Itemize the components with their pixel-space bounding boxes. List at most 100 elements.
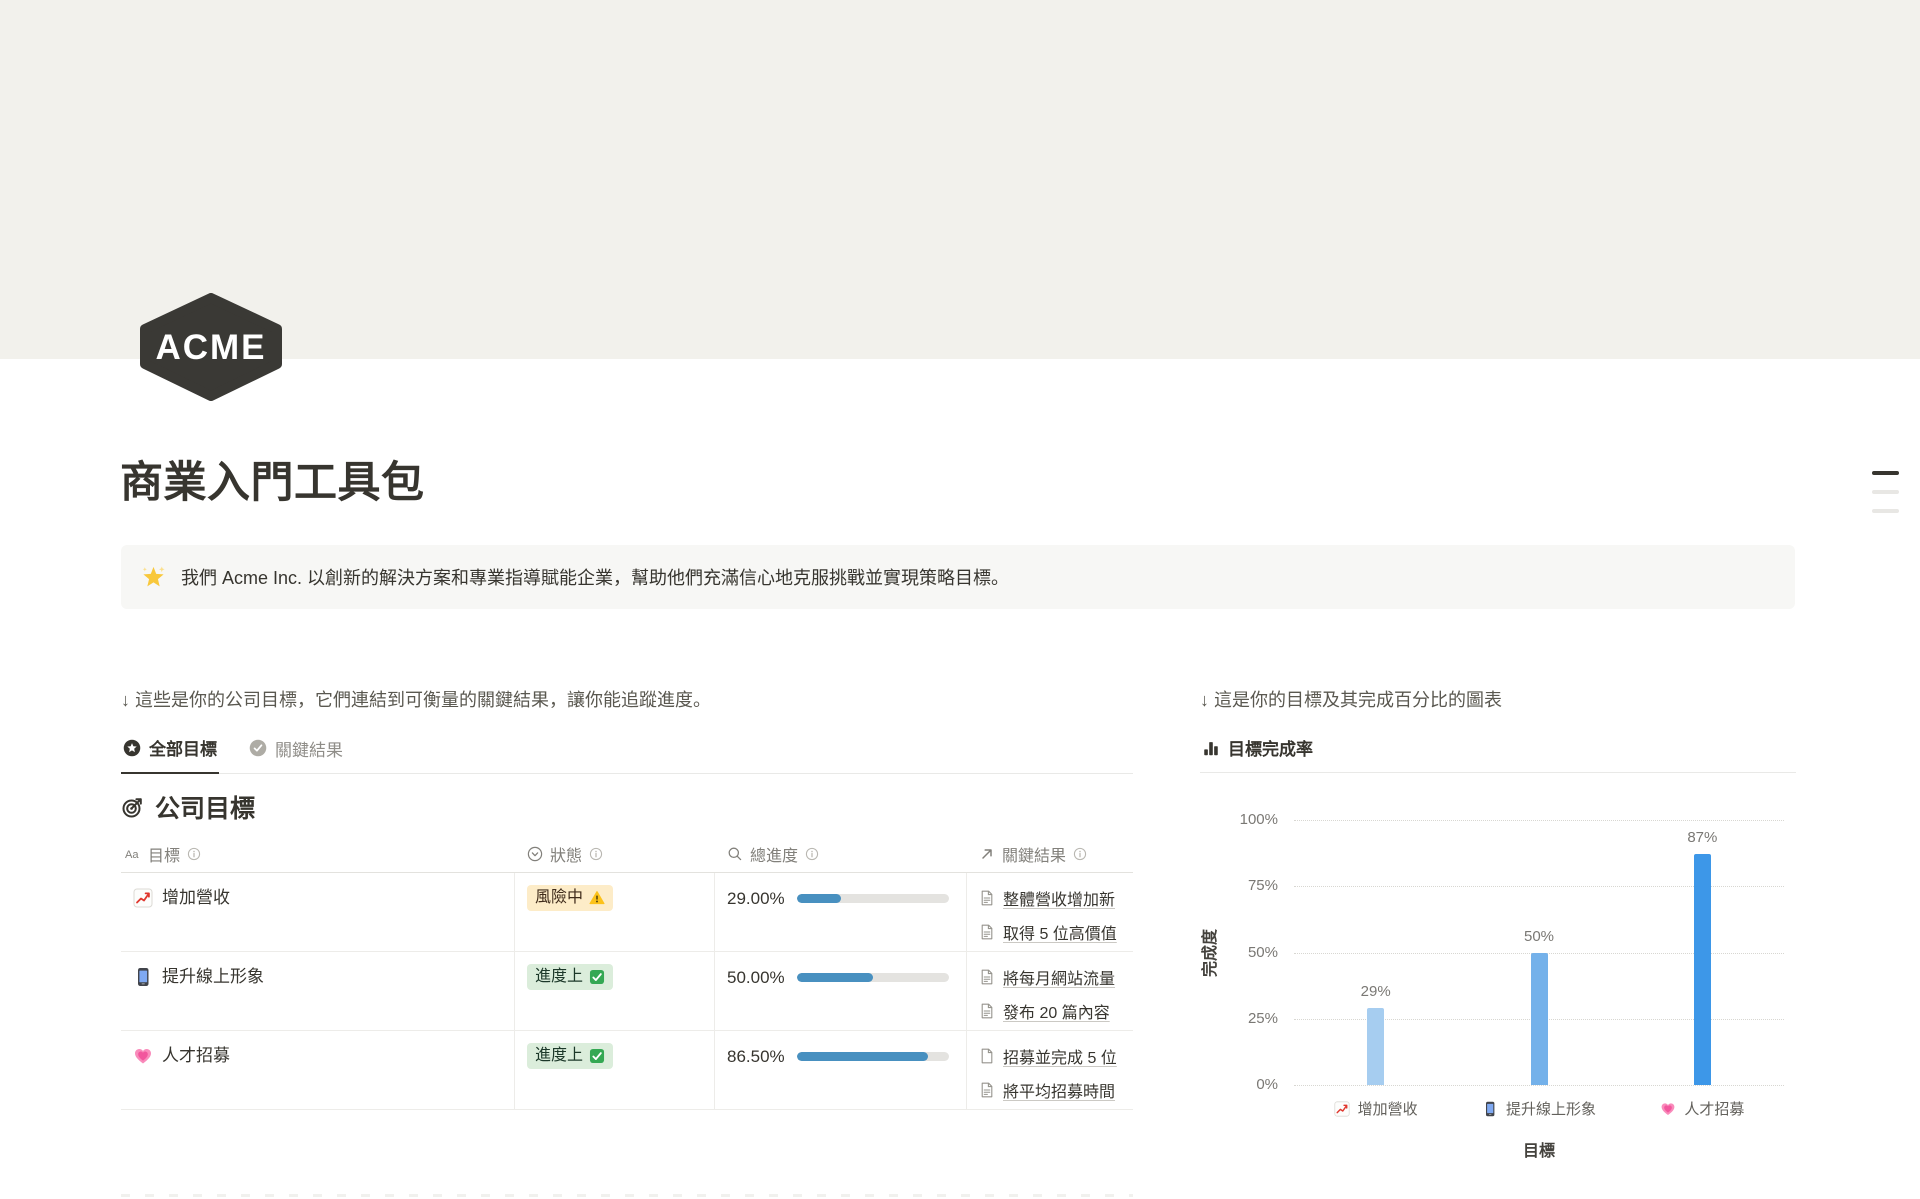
svg-text:Aa: Aa bbox=[125, 849, 139, 861]
status-badge: 進度上 bbox=[527, 964, 613, 990]
glowing-star-icon bbox=[140, 564, 167, 591]
y-tick-label: 25% bbox=[1208, 1009, 1278, 1029]
progress-bar-fill bbox=[797, 973, 873, 982]
section-title: 公司目標 bbox=[155, 789, 255, 825]
chart-intro: ↓ 這是你的目標及其完成百分比的圖表 bbox=[1200, 688, 1796, 712]
mobile-phone-icon bbox=[1482, 1101, 1498, 1117]
column-label: 關鍵結果 bbox=[1002, 842, 1066, 866]
key-result-link[interactable]: 將每月網站流量 bbox=[1003, 965, 1115, 989]
status-cell[interactable]: 進度上 bbox=[515, 952, 715, 1030]
key-results-cell: 將每月網站流量發布 20 篇內容 bbox=[967, 952, 1133, 1030]
key-result-item: 招募並完成 5 位 bbox=[979, 1039, 1125, 1073]
goal-name[interactable]: 增加營收 bbox=[162, 885, 230, 911]
info-icon[interactable] bbox=[805, 847, 819, 861]
gridline bbox=[1294, 820, 1784, 821]
page-icon bbox=[979, 890, 995, 906]
progress-bar bbox=[797, 973, 949, 982]
relation-column-icon bbox=[979, 846, 995, 862]
status-cell[interactable]: 進度上 bbox=[515, 1031, 715, 1109]
chart-header-bar: 目標完成率 bbox=[1200, 726, 1796, 773]
gridline bbox=[1294, 1085, 1784, 1086]
cutoff-content-sliver bbox=[121, 1194, 1133, 1197]
star-circle-icon bbox=[123, 739, 141, 757]
tab-label: 關鍵結果 bbox=[275, 736, 343, 761]
table-row: 提升線上形象進度上50.00%將每月網站流量發布 20 篇內容 bbox=[121, 952, 1133, 1031]
toc-indicator[interactable] bbox=[1872, 471, 1899, 513]
progress-value: 86.50% bbox=[727, 1048, 785, 1065]
key-results-cell: 整體營收增加新取得 5 位高價值 bbox=[967, 873, 1133, 951]
column-header-key-results[interactable]: 關鍵結果 bbox=[967, 842, 1133, 866]
warning-icon bbox=[589, 890, 605, 906]
x-axis-title: 目標 bbox=[1523, 1137, 1555, 1161]
chart-column: ↓ 這是你的目標及其完成百分比的圖表 目標完成率 bbox=[1200, 688, 1796, 773]
tab-all-goals[interactable]: 全部目標 bbox=[121, 726, 219, 774]
key-result-item: 將平均招募時間 bbox=[979, 1073, 1125, 1107]
page-icon bbox=[979, 969, 995, 985]
info-icon[interactable] bbox=[187, 847, 201, 861]
column-label: 總進度 bbox=[750, 842, 798, 866]
check-icon bbox=[589, 969, 605, 985]
bar-value-label: 29% bbox=[1361, 982, 1391, 1002]
progress-bar bbox=[797, 1052, 949, 1061]
key-result-item: 將每月網站流量 bbox=[979, 960, 1125, 994]
column-label: 目標 bbox=[148, 842, 180, 866]
chart-title: 目標完成率 bbox=[1228, 735, 1313, 760]
table-row: 人才招募 進度上 86.50% 招募並完成 5 位將平均招募時間 bbox=[121, 1031, 1133, 1110]
bar-value-label: 87% bbox=[1687, 828, 1717, 848]
growing-heart-icon bbox=[1660, 1101, 1676, 1117]
info-icon[interactable] bbox=[1073, 847, 1087, 861]
x-category-label: 提升線上形象 bbox=[1482, 1098, 1596, 1119]
goal-cell[interactable]: 增加營收 bbox=[121, 873, 515, 951]
key-result-link[interactable]: 發布 20 篇內容 bbox=[1003, 999, 1110, 1023]
bar-value-label: 50% bbox=[1524, 927, 1554, 947]
bar bbox=[1367, 1008, 1384, 1085]
bar-chart-icon bbox=[1202, 739, 1220, 757]
goals-column: ↓ 這些是你的公司目標，它們連結到可衡量的關鍵結果，讓你能追蹤進度。 全部目標 … bbox=[121, 688, 1133, 1110]
tab-key-results[interactable]: 關鍵結果 bbox=[247, 726, 345, 773]
progress-bar-fill bbox=[797, 894, 841, 903]
column-header-progress[interactable]: 總進度 bbox=[715, 842, 967, 866]
bar bbox=[1531, 953, 1548, 1086]
callout: 我們 Acme Inc. 以創新的解決方案和專業指導賦能企業，幫助他們充滿信心地… bbox=[121, 545, 1795, 609]
page-icon bbox=[979, 924, 995, 940]
acme-logo: ACME bbox=[138, 293, 284, 401]
info-icon[interactable] bbox=[589, 847, 603, 861]
status-label: 進度上 bbox=[535, 966, 583, 988]
mobile-phone-icon bbox=[133, 967, 153, 987]
toc-line bbox=[1872, 471, 1899, 475]
acme-hexagon-icon: ACME bbox=[138, 293, 284, 401]
status-label: 進度上 bbox=[535, 1045, 583, 1067]
x-category-label: 人才招募 bbox=[1660, 1098, 1744, 1119]
key-result-link[interactable]: 將平均招募時間 bbox=[1003, 1078, 1115, 1102]
key-result-item: 取得 5 位高價值 bbox=[979, 915, 1125, 949]
column-label: 狀態 bbox=[550, 842, 582, 866]
key-result-link[interactable]: 招募並完成 5 位 bbox=[1003, 1044, 1117, 1068]
progress-cell: 50.00% bbox=[715, 952, 967, 1030]
goal-name[interactable]: 提升線上形象 bbox=[162, 964, 264, 990]
text-column-icon: Aa bbox=[125, 846, 141, 862]
key-result-item: 發布 20 篇內容 bbox=[979, 994, 1125, 1028]
category-text: 增加營收 bbox=[1358, 1098, 1418, 1119]
table-row: 增加營收 風險中 29.00% 整體營收增加新取得 5 位高價值 bbox=[121, 873, 1133, 952]
progress-value: 29.00% bbox=[727, 890, 785, 907]
status-cell[interactable]: 風險中 bbox=[515, 873, 715, 951]
chart-title-tab[interactable]: 目標完成率 bbox=[1200, 726, 1315, 772]
category-text: 提升線上形象 bbox=[1506, 1098, 1596, 1119]
goal-name[interactable]: 人才招募 bbox=[162, 1043, 230, 1069]
goals-intro: ↓ 這些是你的公司目標，它們連結到可衡量的關鍵結果，讓你能追蹤進度。 bbox=[121, 688, 1133, 712]
key-results-cell: 招募並完成 5 位將平均招募時間 bbox=[967, 1031, 1133, 1109]
svg-text:ACME: ACME bbox=[155, 328, 266, 367]
toc-line bbox=[1872, 490, 1899, 494]
key-result-link[interactable]: 取得 5 位高價值 bbox=[1003, 920, 1117, 944]
goal-cell[interactable]: 提升線上形象 bbox=[121, 952, 515, 1030]
key-result-link[interactable]: 整體營收增加新 bbox=[1003, 886, 1115, 910]
page-cover[interactable] bbox=[0, 0, 1920, 359]
column-header-goal[interactable]: Aa 目標 bbox=[121, 842, 515, 866]
target-icon bbox=[121, 795, 145, 819]
column-header-status[interactable]: 狀態 bbox=[515, 842, 715, 866]
page-icon bbox=[979, 1003, 995, 1019]
view-tabs: 全部目標 關鍵結果 bbox=[121, 726, 1133, 774]
progress-cell: 86.50% bbox=[715, 1031, 967, 1109]
toc-line bbox=[1872, 509, 1899, 513]
goal-cell[interactable]: 人才招募 bbox=[121, 1031, 515, 1109]
